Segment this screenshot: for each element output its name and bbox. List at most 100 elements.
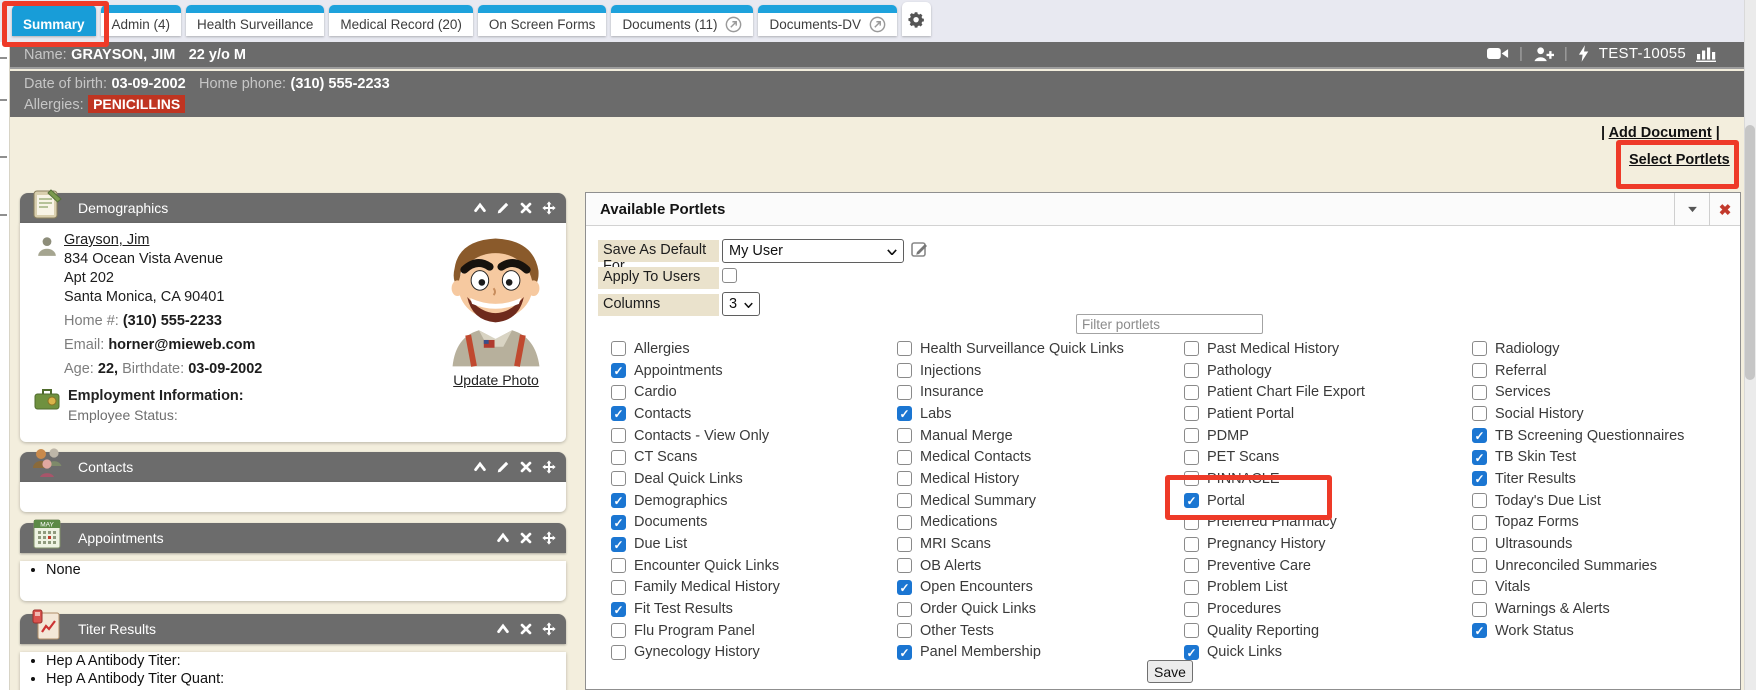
patient-name-link[interactable]: Grayson, Jim xyxy=(64,232,149,248)
checkbox-problem-list[interactable] xyxy=(1184,580,1199,595)
collapse-icon[interactable] xyxy=(496,531,510,545)
checkbox-ob-alerts[interactable] xyxy=(897,558,912,573)
close-icon[interactable] xyxy=(519,531,533,545)
update-photo-link[interactable]: Update Photo xyxy=(434,372,558,388)
checkbox-ct-scans[interactable] xyxy=(611,450,626,465)
checkbox-deal-quick-links[interactable] xyxy=(611,471,626,486)
pencil-icon[interactable] xyxy=(496,460,510,474)
checkbox-labs[interactable]: ✓ xyxy=(897,406,912,421)
checkbox-unreconciled-summaries[interactable] xyxy=(1472,558,1487,573)
checkbox-pet-scans[interactable] xyxy=(1184,450,1199,465)
scrollbar-thumb[interactable] xyxy=(1745,125,1755,380)
checkbox-work-status[interactable]: ✓ xyxy=(1472,623,1487,638)
contacts-portlet-header[interactable]: Contacts xyxy=(20,452,566,482)
checkbox-today-s-due-list[interactable] xyxy=(1472,493,1487,508)
checkbox-tb-screening-questionnaires[interactable]: ✓ xyxy=(1472,428,1487,443)
tab-on-screen-forms[interactable]: On Screen Forms xyxy=(478,5,607,36)
checkbox-medical-contacts[interactable] xyxy=(897,450,912,465)
titer-results-portlet-header[interactable]: Titer Results xyxy=(20,614,566,644)
columns-select[interactable]: 3 xyxy=(722,292,760,316)
checkbox-demographics[interactable]: ✓ xyxy=(611,493,626,508)
checkbox-mri-scans[interactable] xyxy=(897,537,912,552)
tab-documents-11[interactable]: Documents (11) xyxy=(611,5,753,36)
checkbox-patient-portal[interactable] xyxy=(1184,406,1199,421)
checkbox-open-encounters[interactable]: ✓ xyxy=(897,580,912,595)
collapse-icon[interactable] xyxy=(473,460,487,474)
checkbox-flu-program-panel[interactable] xyxy=(611,623,626,638)
dialog-close-icon[interactable]: ✖ xyxy=(1709,193,1740,226)
checkbox-pinnacle[interactable] xyxy=(1184,471,1199,486)
checkbox-gynecology-history[interactable] xyxy=(611,645,626,660)
checkbox-referral[interactable] xyxy=(1472,363,1487,378)
checkbox-tb-skin-test[interactable]: ✓ xyxy=(1472,450,1487,465)
checkbox-titer-results[interactable]: ✓ xyxy=(1472,471,1487,486)
checkbox-medications[interactable] xyxy=(897,515,912,530)
checkbox-preventive-care[interactable] xyxy=(1184,558,1199,573)
checkbox-past-medical-history[interactable] xyxy=(1184,341,1199,356)
pencil-icon[interactable] xyxy=(496,201,510,215)
checkbox-injections[interactable] xyxy=(897,363,912,378)
checkbox-manual-merge[interactable] xyxy=(897,428,912,443)
checkbox-social-history[interactable] xyxy=(1472,406,1487,421)
close-icon[interactable] xyxy=(519,201,533,215)
checkbox-radiology[interactable] xyxy=(1472,341,1487,356)
tab-health-surveillance[interactable]: Health Surveillance xyxy=(186,5,324,36)
add-person-icon[interactable] xyxy=(1533,46,1554,62)
checkbox-order-quick-links[interactable] xyxy=(897,602,912,617)
save-as-default-select[interactable]: My User xyxy=(722,239,904,263)
checkbox-quality-reporting[interactable] xyxy=(1184,623,1199,638)
collapse-icon[interactable] xyxy=(473,201,487,215)
checkbox-insurance[interactable] xyxy=(897,385,912,400)
checkbox-medical-history[interactable] xyxy=(897,471,912,486)
collapse-icon[interactable] xyxy=(496,622,510,636)
checkbox-cardio[interactable] xyxy=(611,385,626,400)
filter-portlets-input[interactable] xyxy=(1076,314,1263,334)
checkbox-pdmp[interactable] xyxy=(1184,428,1199,443)
checkbox-warnings-alerts[interactable] xyxy=(1472,602,1487,617)
move-icon[interactable] xyxy=(542,201,556,215)
save-button[interactable]: Save xyxy=(1147,660,1193,683)
tab-documents-dv[interactable]: Documents-DV xyxy=(758,5,897,36)
checkbox-panel-membership[interactable]: ✓ xyxy=(897,645,912,660)
checkbox-procedures[interactable] xyxy=(1184,602,1199,617)
bar-chart-icon[interactable] xyxy=(1696,46,1716,62)
checkbox-preferred-pharmacy[interactable] xyxy=(1184,515,1199,530)
checkbox-portal[interactable]: ✓ xyxy=(1184,493,1199,508)
checkbox-vitals[interactable] xyxy=(1472,580,1487,595)
open-in-new-icon[interactable] xyxy=(869,16,886,33)
checkbox-allergies[interactable] xyxy=(611,341,626,356)
checkbox-medical-summary[interactable] xyxy=(897,493,912,508)
dialog-collapse-button[interactable] xyxy=(1674,193,1709,226)
close-icon[interactable] xyxy=(519,460,533,474)
edit-default-pencil-icon[interactable] xyxy=(911,240,929,258)
checkbox-family-medical-history[interactable] xyxy=(611,580,626,595)
checkbox-patient-chart-file-export[interactable] xyxy=(1184,385,1199,400)
add-document-link[interactable]: Add Document xyxy=(1609,125,1712,141)
checkbox-topaz-forms[interactable] xyxy=(1472,515,1487,530)
move-icon[interactable] xyxy=(542,460,556,474)
video-camera-icon[interactable] xyxy=(1487,46,1509,61)
checkbox-contacts[interactable]: ✓ xyxy=(611,406,626,421)
checkbox-pregnancy-history[interactable] xyxy=(1184,537,1199,552)
checkbox-quick-links[interactable]: ✓ xyxy=(1184,645,1199,660)
move-icon[interactable] xyxy=(542,622,556,636)
tab-summary[interactable]: Summary xyxy=(12,5,96,36)
move-icon[interactable] xyxy=(542,531,556,545)
tab-admin-4[interactable]: Admin (4) xyxy=(101,5,182,36)
checkbox-services[interactable] xyxy=(1472,385,1487,400)
appointments-portlet-header[interactable]: MAY Appointments xyxy=(20,523,566,553)
tab-settings-gear[interactable] xyxy=(902,2,931,36)
apply-to-users-checkbox[interactable] xyxy=(722,268,737,283)
checkbox-other-tests[interactable] xyxy=(897,623,912,638)
dialog-title-bar[interactable]: Available Portlets ✖ xyxy=(586,193,1740,226)
demographics-portlet-header[interactable]: Demographics xyxy=(20,193,566,223)
checkbox-pathology[interactable] xyxy=(1184,363,1199,378)
allergy-badge[interactable]: PENICILLINS xyxy=(88,95,185,113)
tab-medical-record-20[interactable]: Medical Record (20) xyxy=(329,5,473,36)
checkbox-health-surveillance-quick-links[interactable] xyxy=(897,341,912,356)
select-portlets-link[interactable]: Select Portlets xyxy=(1629,152,1730,168)
checkbox-ultrasounds[interactable] xyxy=(1472,537,1487,552)
vertical-scrollbar[interactable] xyxy=(1744,0,1756,690)
checkbox-contacts-view-only[interactable] xyxy=(611,428,626,443)
checkbox-appointments[interactable]: ✓ xyxy=(611,363,626,378)
